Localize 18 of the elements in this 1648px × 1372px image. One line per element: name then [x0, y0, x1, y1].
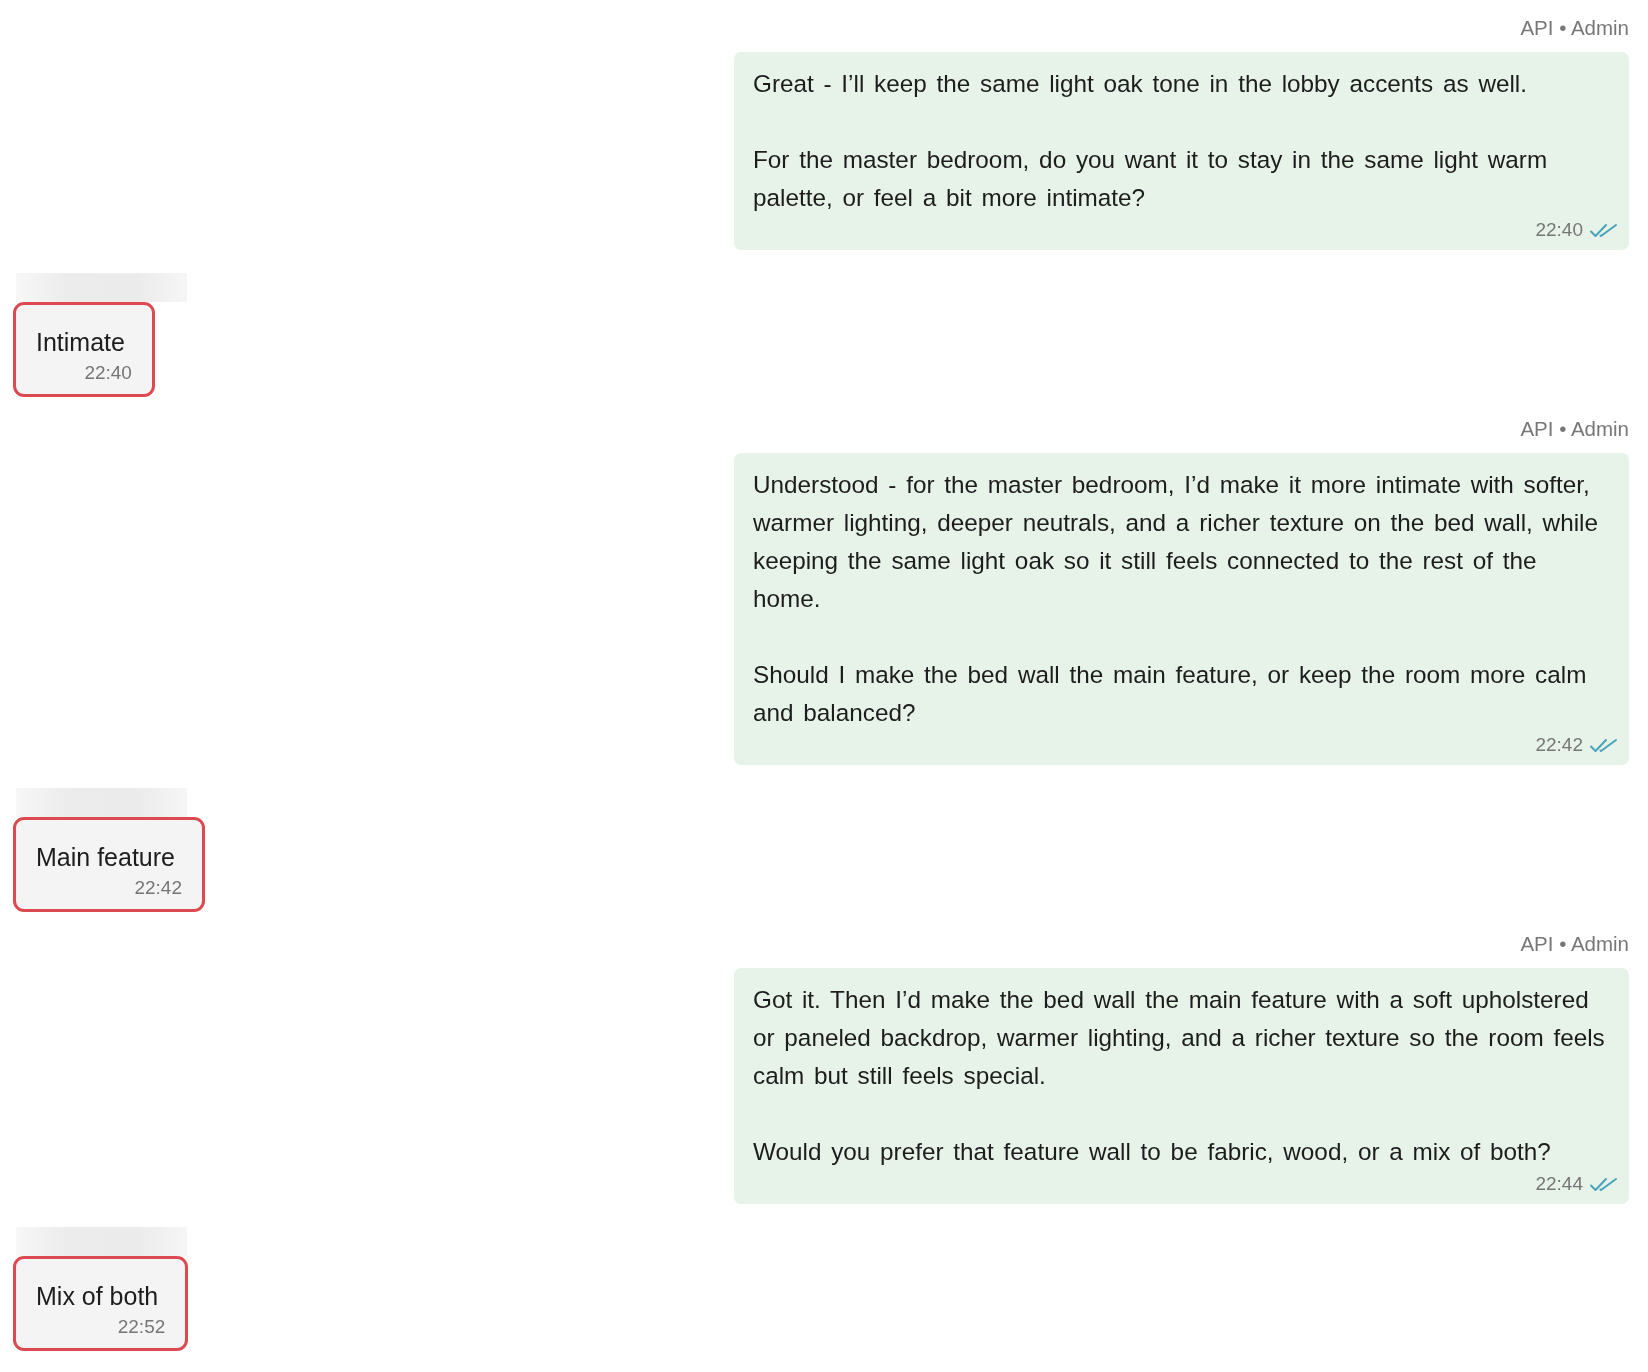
- reply-text: Main feature: [36, 842, 175, 872]
- reply-text: Intimate: [36, 327, 125, 357]
- reply-time: 22:42: [134, 877, 182, 899]
- message-text: Should I make the bed wall the main feature, or keep the room more calm and balanced?: [753, 660, 1588, 728]
- reply-text: Mix of both: [36, 1281, 159, 1311]
- reply-time: 22:52: [117, 1316, 166, 1338]
- message-time: 22:44: [1535, 1173, 1583, 1195]
- message-text: Would you prefer that feature wall to be fabric, wood, or a mix of both?: [753, 1137, 1552, 1167]
- message-text: Got it. Then I’d make the bed wall the main feature with a soft upholstered or paneled backdrop, warmer lighting, and a richer texture so the room feels calm but still feels special.: [753, 985, 1606, 1091]
- sender-label: API • Admin: [1520, 17, 1629, 39]
- message-text: Understood - for the master bedroom, I’d make it more intimate with softer, warmer lighting, deeper neutrals, and a richer texture on the bed wall, while keeping the same light oak so it still feels connected to the rest of the home.: [753, 470, 1599, 614]
- message-text: For the master bedroom, do you want it to stay in the same light warm palette, or feel a bit more intimate?: [753, 145, 1549, 213]
- reply-time: 22:40: [84, 362, 132, 384]
- message-time: 22:42: [1535, 734, 1583, 756]
- sender-label: API • Admin: [1520, 418, 1629, 440]
- message-time: 22:40: [1535, 219, 1583, 241]
- sender-label: API • Admin: [1520, 933, 1629, 955]
- message-text: Great - I’ll keep the same light oak tone in the lobby accents as well.: [753, 69, 1528, 99]
